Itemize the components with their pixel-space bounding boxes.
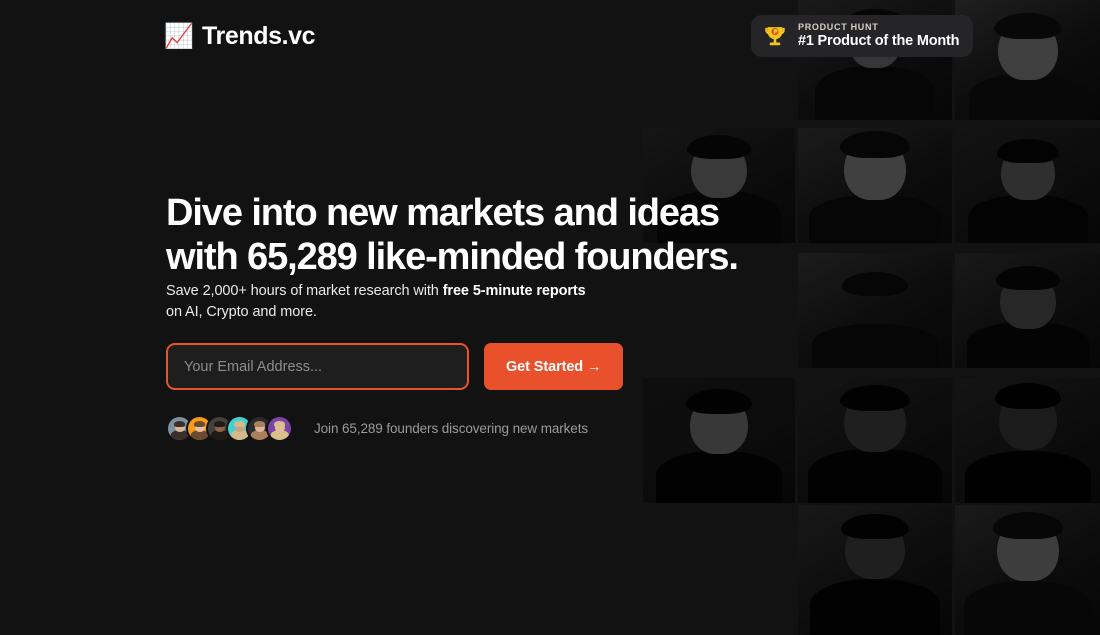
headline-line-1: Dive into new markets and ideas (166, 192, 720, 234)
headline-line-2: with 65,289 like-minded founders. (166, 236, 739, 278)
badge-kicker: PRODUCT HUNT (798, 22, 879, 32)
get-started-button[interactable]: Get Started → (484, 343, 624, 390)
social-proof-text: Join 65,289 founders discovering new mar… (314, 421, 589, 436)
brand-name: Trends.vc (202, 22, 316, 50)
social-proof: Join 65,289 founders discovering new mar… (166, 415, 588, 442)
badge-title: #1 Product of the Month (798, 33, 960, 49)
photo-r5c1 (643, 505, 795, 635)
landing-page: 📈 Trends.vc PRODUCT HUNT #1 Product of t… (0, 0, 1100, 635)
avatar-6 (266, 415, 293, 442)
page-title: Dive into new markets and ideas with 65,… (166, 194, 766, 276)
photo-r3c3 (955, 253, 1100, 368)
subhead-emphasis: free 5-minute reports (442, 283, 586, 299)
photo-r2c2 (798, 128, 952, 243)
photo-r4c1 (643, 378, 795, 503)
chart-increasing-icon: 📈 (164, 22, 194, 50)
photo-r4c3 (955, 378, 1100, 503)
photo-r5c3 (955, 505, 1100, 635)
photo-r5c2 (798, 505, 952, 635)
subhead-part-1: Save 2,000+ hours of market research wit… (166, 283, 443, 299)
photo-r1c3 (955, 0, 1100, 120)
hero-subheadline: Save 2,000+ hours of market research wit… (166, 281, 596, 322)
signup-form: Get Started → (166, 343, 624, 390)
avatar-group (166, 415, 293, 442)
photo-r4c2 (798, 378, 952, 503)
email-input[interactable] (166, 343, 469, 390)
brand-logo-link[interactable]: 📈 Trends.vc (164, 22, 316, 51)
founder-photo-grid (640, 0, 1100, 635)
subhead-part-2: on AI, Crypto and more. (166, 303, 317, 320)
photo-r2c3 (955, 128, 1100, 243)
trophy-icon (765, 26, 785, 45)
photo-r3c2 (798, 253, 952, 368)
product-hunt-badge[interactable]: PRODUCT HUNT #1 Product of the Month (751, 15, 974, 57)
